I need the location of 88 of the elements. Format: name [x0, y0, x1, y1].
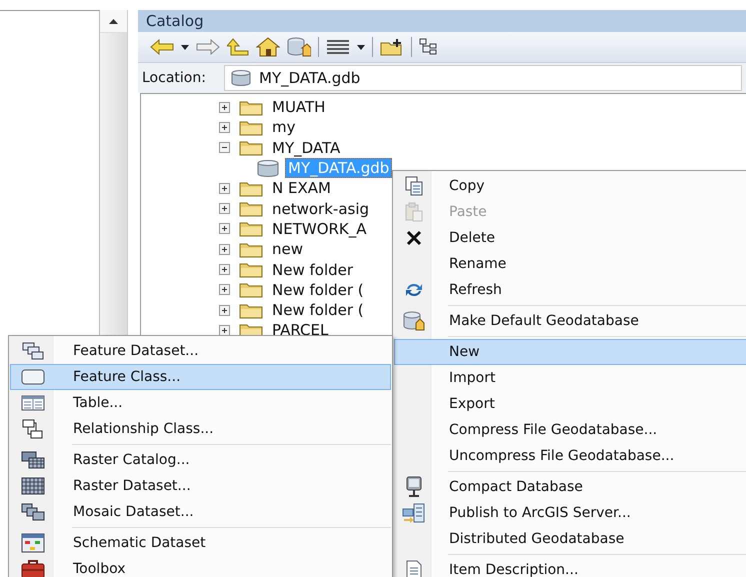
folder-icon	[239, 118, 263, 136]
menu-item[interactable]: Feature Dataset...	[10, 338, 391, 364]
menu-item[interactable]: Import	[394, 365, 746, 391]
database-icon	[257, 160, 279, 177]
tree-item[interactable]: New folder	[269, 260, 356, 280]
menu-item[interactable]: Item Description...	[394, 557, 746, 577]
menu-item[interactable]: Mosaic Dataset...	[10, 499, 391, 525]
cross-icon	[406, 230, 422, 246]
tree-item[interactable]: my	[269, 117, 298, 138]
menu-item[interactable]: Compress File Geodatabase...	[394, 417, 746, 443]
grid-icon	[21, 477, 45, 495]
expander-icon[interactable]	[219, 264, 230, 276]
expander-icon[interactable]	[219, 182, 230, 194]
menu-item[interactable]: New	[394, 339, 746, 365]
folder-icon	[239, 139, 263, 156]
tree-item[interactable]: network-asig	[269, 198, 372, 219]
expander-icon[interactable]	[219, 203, 230, 214]
new-folder-icon[interactable]	[380, 38, 404, 56]
caret-icon[interactable]	[181, 44, 189, 50]
menu-item[interactable]: Uncompress File Geodatabase...	[394, 443, 746, 469]
menu-item[interactable]: Rename	[394, 251, 746, 277]
tree-item[interactable]: new	[269, 239, 306, 260]
forward-arrow-icon[interactable]	[196, 39, 220, 55]
tree-item[interactable]: NETWORK_A	[269, 218, 370, 239]
linked-boxes-icon	[22, 419, 44, 439]
location-label: Location:	[142, 70, 207, 86]
menu-item[interactable]: Copy	[394, 173, 746, 199]
panel-title: Catalog	[138, 10, 746, 32]
home-icon[interactable]	[256, 37, 280, 57]
caret-icon[interactable]	[357, 44, 365, 50]
menu-item[interactable]: Toolbox	[10, 556, 391, 577]
tree-item[interactable]: N EXAM	[269, 178, 334, 198]
tree-item[interactable]: MY_DATA	[269, 138, 344, 158]
expander-icon[interactable]	[219, 122, 230, 133]
folder-icon	[239, 261, 263, 278]
refresh-icon	[404, 281, 424, 299]
location-field[interactable]: MY_DATA.gdb	[224, 65, 742, 91]
menu-item[interactable]: Refresh	[394, 277, 746, 303]
menu-item[interactable]: Raster Catalog...	[10, 447, 391, 473]
expander-icon[interactable]	[219, 284, 230, 296]
grid-stack-icon	[21, 451, 45, 469]
server-icon	[402, 503, 426, 523]
menu-item[interactable]: Compact Database	[394, 474, 746, 500]
up-arrow-icon[interactable]	[227, 38, 249, 56]
mosaic-grid-icon	[21, 503, 45, 521]
expander-icon[interactable]	[219, 223, 230, 234]
menu-item[interactable]: Schematic Dataset	[10, 530, 391, 556]
menu-item[interactable]: Publish to ArcGIS Server...	[394, 500, 746, 526]
diagram-icon	[21, 533, 45, 553]
folder-icon	[239, 98, 263, 116]
rectangle-icon	[21, 369, 45, 385]
scroll-up-button[interactable]	[100, 10, 127, 33]
menu-item[interactable]: Delete	[394, 225, 746, 251]
menu-item[interactable]: Feature Class...	[10, 364, 391, 390]
folder-icon	[239, 281, 263, 298]
expander-icon[interactable]	[219, 142, 230, 154]
computer-icon	[404, 476, 424, 498]
toolbox-icon	[21, 559, 45, 577]
folder-icon	[239, 200, 263, 218]
folder-icon	[239, 180, 263, 197]
expander-icon[interactable]	[219, 244, 230, 255]
expander-icon[interactable]	[219, 324, 230, 335]
menu-item[interactable]: Table...	[10, 390, 391, 416]
copy-icon	[404, 176, 424, 196]
tree-item[interactable]: MUATH	[269, 97, 328, 118]
stacked-rectangles-icon	[22, 342, 44, 360]
list-view-icon[interactable]	[326, 38, 350, 56]
folder-icon	[239, 322, 263, 335]
menu-item[interactable]: Distributed Geodatabase	[394, 526, 746, 552]
menu-item[interactable]: Make Default Geodatabase	[394, 308, 746, 334]
table-icon	[21, 395, 45, 411]
database-home-icon	[403, 311, 425, 331]
folder-icon	[239, 220, 263, 238]
database-icon	[231, 70, 251, 86]
expander-icon[interactable]	[219, 102, 230, 113]
tree-view-icon[interactable]	[419, 38, 439, 56]
up-triangle-icon	[109, 18, 118, 24]
tree-item[interactable]: New folder (	[269, 280, 367, 300]
folder-icon	[239, 302, 263, 319]
folder-icon	[239, 240, 263, 258]
paste-icon	[404, 202, 424, 222]
expander-icon[interactable]	[219, 304, 230, 316]
database-home-icon[interactable]	[287, 37, 311, 57]
back-arrow-icon[interactable]	[150, 39, 174, 55]
menu-item[interactable]: Export	[394, 391, 746, 417]
menu-item[interactable]: Relationship Class...	[10, 416, 391, 442]
menu-item[interactable]: Raster Dataset...	[10, 473, 391, 499]
tree-item[interactable]: New folder (	[269, 300, 367, 320]
